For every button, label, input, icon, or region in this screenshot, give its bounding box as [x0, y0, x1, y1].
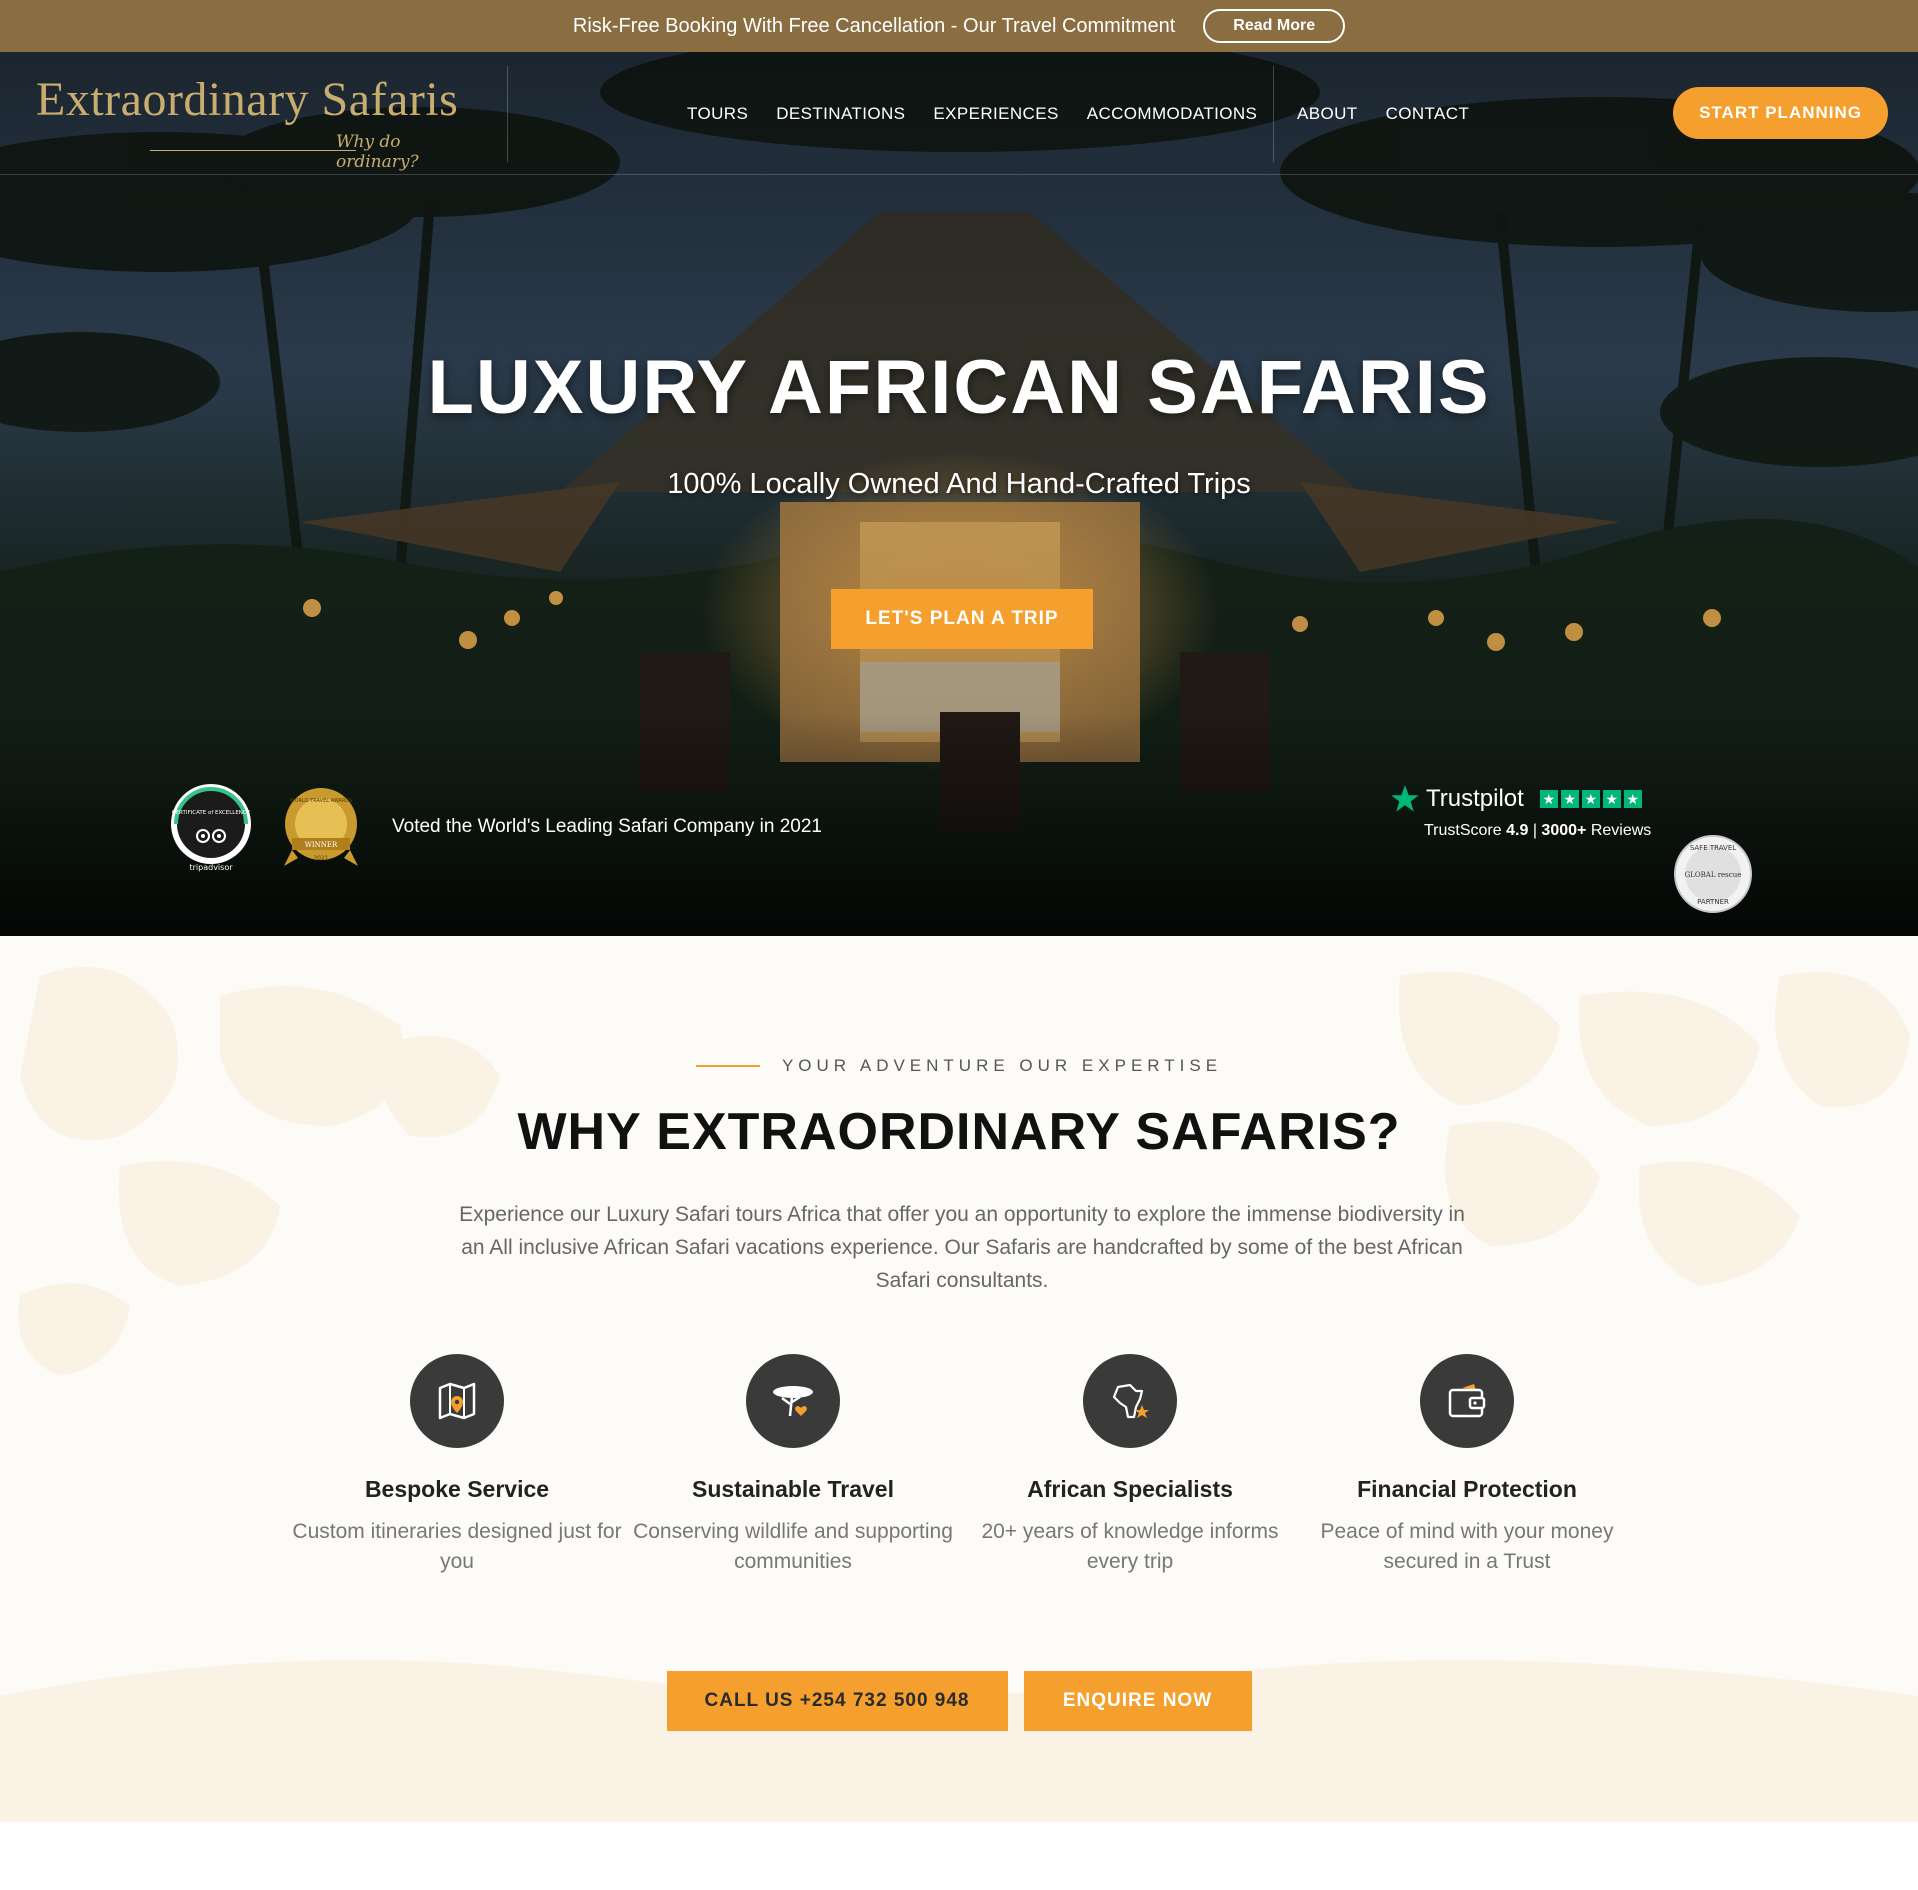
world-travel-award-winner: WINNER	[305, 841, 338, 849]
trust-score-separator: |	[1532, 822, 1537, 839]
nav-secondary-links: ABOUT CONTACT	[1297, 52, 1469, 175]
brand-tagline: Why do ordinary?	[336, 132, 419, 172]
feature-sustainable-travel: Sustainable Travel Conserving wildlife a…	[628, 1354, 958, 1577]
promo-text: Risk-Free Booking With Free Cancellation…	[572, 14, 1176, 37]
tripadvisor-wordmark: tripadvisor	[189, 863, 233, 872]
wallet-icon	[1420, 1354, 1514, 1448]
section-description: Experience our Luxury Safari tours Afric…	[459, 1203, 1465, 1292]
map-pin-icon	[410, 1354, 504, 1448]
nav-divider	[1273, 66, 1274, 162]
feature-text: Custom itineraries designed just for you	[292, 1520, 622, 1573]
brand-logo[interactable]: Extraordinary Safaris Why do ordinary?	[36, 72, 476, 172]
hero-title: LUXURY AFRICAN SAFARIS	[427, 345, 1491, 430]
feature-text: Conserving wildlife and supporting commu…	[633, 1520, 953, 1573]
partner-badge-bottom: PARTNER	[1697, 898, 1729, 906]
rating-star-icon: ★	[1581, 790, 1600, 808]
section-title: WHY EXTRAORDINARY SAFARIS?	[517, 1103, 1401, 1161]
africa-map-icon	[1083, 1354, 1177, 1448]
eyebrow-line	[695, 1065, 760, 1067]
rating-star-icon: ★	[1623, 790, 1642, 808]
trust-score-value: 4.9	[1506, 822, 1529, 839]
main-nav: Extraordinary Safaris Why do ordinary? T…	[0, 52, 1918, 175]
rating-star-icon: ★	[1539, 790, 1558, 808]
feature-title: Sustainable Travel	[692, 1476, 894, 1502]
rating-star-icon: ★	[1602, 790, 1621, 808]
call-us-button[interactable]: CALL US +254 732 500 948	[666, 1671, 1008, 1731]
feature-title: African Specialists	[1027, 1476, 1233, 1502]
eyebrow-text: YOUR ADVENTURE OUR EXPERTISE	[781, 1056, 1223, 1075]
nav-link-about[interactable]: ABOUT	[1297, 104, 1358, 124]
nav-link-experiences[interactable]: EXPERIENCES	[933, 104, 1058, 124]
world-travel-award-label: WORLD TRAVEL AWARDS	[290, 798, 353, 804]
nav-primary-links: TOURS DESTINATIONS EXPERIENCES ACCOMMODA…	[687, 52, 1257, 175]
trust-review-count: 3000+	[1541, 822, 1587, 839]
read-more-button[interactable]: Read More	[1203, 9, 1346, 43]
trustpilot-logo: Trustpilot	[1426, 785, 1524, 812]
section-eyebrow: YOUR ADVENTURE OUR EXPERTISE	[0, 1056, 1918, 1076]
feature-text: 20+ years of knowledge informs every tri…	[981, 1520, 1279, 1573]
award-text: Voted the World's Leading Safari Company…	[392, 816, 822, 837]
trustpilot-score: TrustScore 4.9 | 3000+ Reviews	[1390, 822, 1660, 840]
tripadvisor-badge: CERTIFICATE of EXCELLENCE tripadvisor	[171, 784, 251, 872]
hero-section: Extraordinary Safaris Why do ordinary? T…	[0, 52, 1918, 936]
feature-financial-protection: Financial Protection Peace of mind with …	[1302, 1354, 1632, 1577]
features-list: Bespoke Service Custom itineraries desig…	[0, 1354, 1918, 1594]
feature-title: Bespoke Service	[364, 1476, 550, 1502]
section-actions: CALL US +254 732 500 948 ENQUIRE NOW	[0, 1671, 1918, 1731]
nav-link-destinations[interactable]: DESTINATIONS	[776, 104, 905, 124]
nav-link-contact[interactable]: CONTACT	[1386, 104, 1470, 124]
trustpilot-rating: ★ ★ ★ ★ ★	[1539, 790, 1642, 808]
trust-review-label: Reviews	[1590, 822, 1652, 839]
feature-bespoke-service: Bespoke Service Custom itineraries desig…	[292, 1354, 622, 1577]
nav-divider	[507, 66, 508, 162]
rating-star-icon: ★	[1560, 790, 1579, 808]
nav-link-accommodations[interactable]: ACCOMMODATIONS	[1087, 104, 1258, 124]
awards: CERTIFICATE of EXCELLENCE tripadvisor WO…	[166, 782, 822, 872]
world-travel-award-badge: WORLD TRAVEL AWARDS WINNER 2021	[284, 788, 358, 866]
plan-trip-button[interactable]: LET'S PLAN A TRIP	[831, 589, 1093, 649]
feature-title: Financial Protection	[1357, 1476, 1577, 1502]
world-travel-award-year: 2021	[313, 855, 328, 862]
logo-underline	[150, 150, 356, 151]
global-rescue-partner-badge: SAFE TRAVEL GLOBAL rescue PARTNER	[1674, 835, 1752, 913]
trustpilot-widget[interactable]: Trustpilot ★ ★ ★ ★ ★ TrustScore 4.9 | 30…	[1390, 784, 1660, 840]
trustpilot-star-icon	[1391, 785, 1419, 812]
nav-link-tours[interactable]: TOURS	[687, 104, 748, 124]
start-planning-button[interactable]: START PLANNING	[1673, 87, 1888, 139]
hero-subtitle: 100% Locally Owned And Hand-Crafted Trip…	[667, 468, 1251, 500]
trust-score-label: TrustScore	[1424, 822, 1502, 839]
partner-badge-mid: GLOBAL rescue	[1685, 871, 1742, 879]
enquire-now-button[interactable]: ENQUIRE NOW	[1023, 1671, 1252, 1731]
why-section: YOUR ADVENTURE OUR EXPERTISE WHY EXTRAOR…	[0, 936, 1918, 1822]
feature-text: Peace of mind with your money secured in…	[1320, 1520, 1614, 1573]
brand-name: Extraordinary Safaris	[36, 73, 459, 126]
tripadvisor-badge-label: CERTIFICATE of EXCELLENCE	[172, 810, 251, 816]
trustpilot-header: Trustpilot ★ ★ ★ ★ ★	[1390, 784, 1660, 814]
acacia-tree-icon	[746, 1354, 840, 1448]
promo-bar: Risk-Free Booking With Free Cancellation…	[0, 0, 1918, 52]
partner-badge-top: SAFE TRAVEL	[1690, 844, 1736, 852]
feature-african-specialists: African Specialists 20+ years of knowled…	[965, 1354, 1295, 1577]
